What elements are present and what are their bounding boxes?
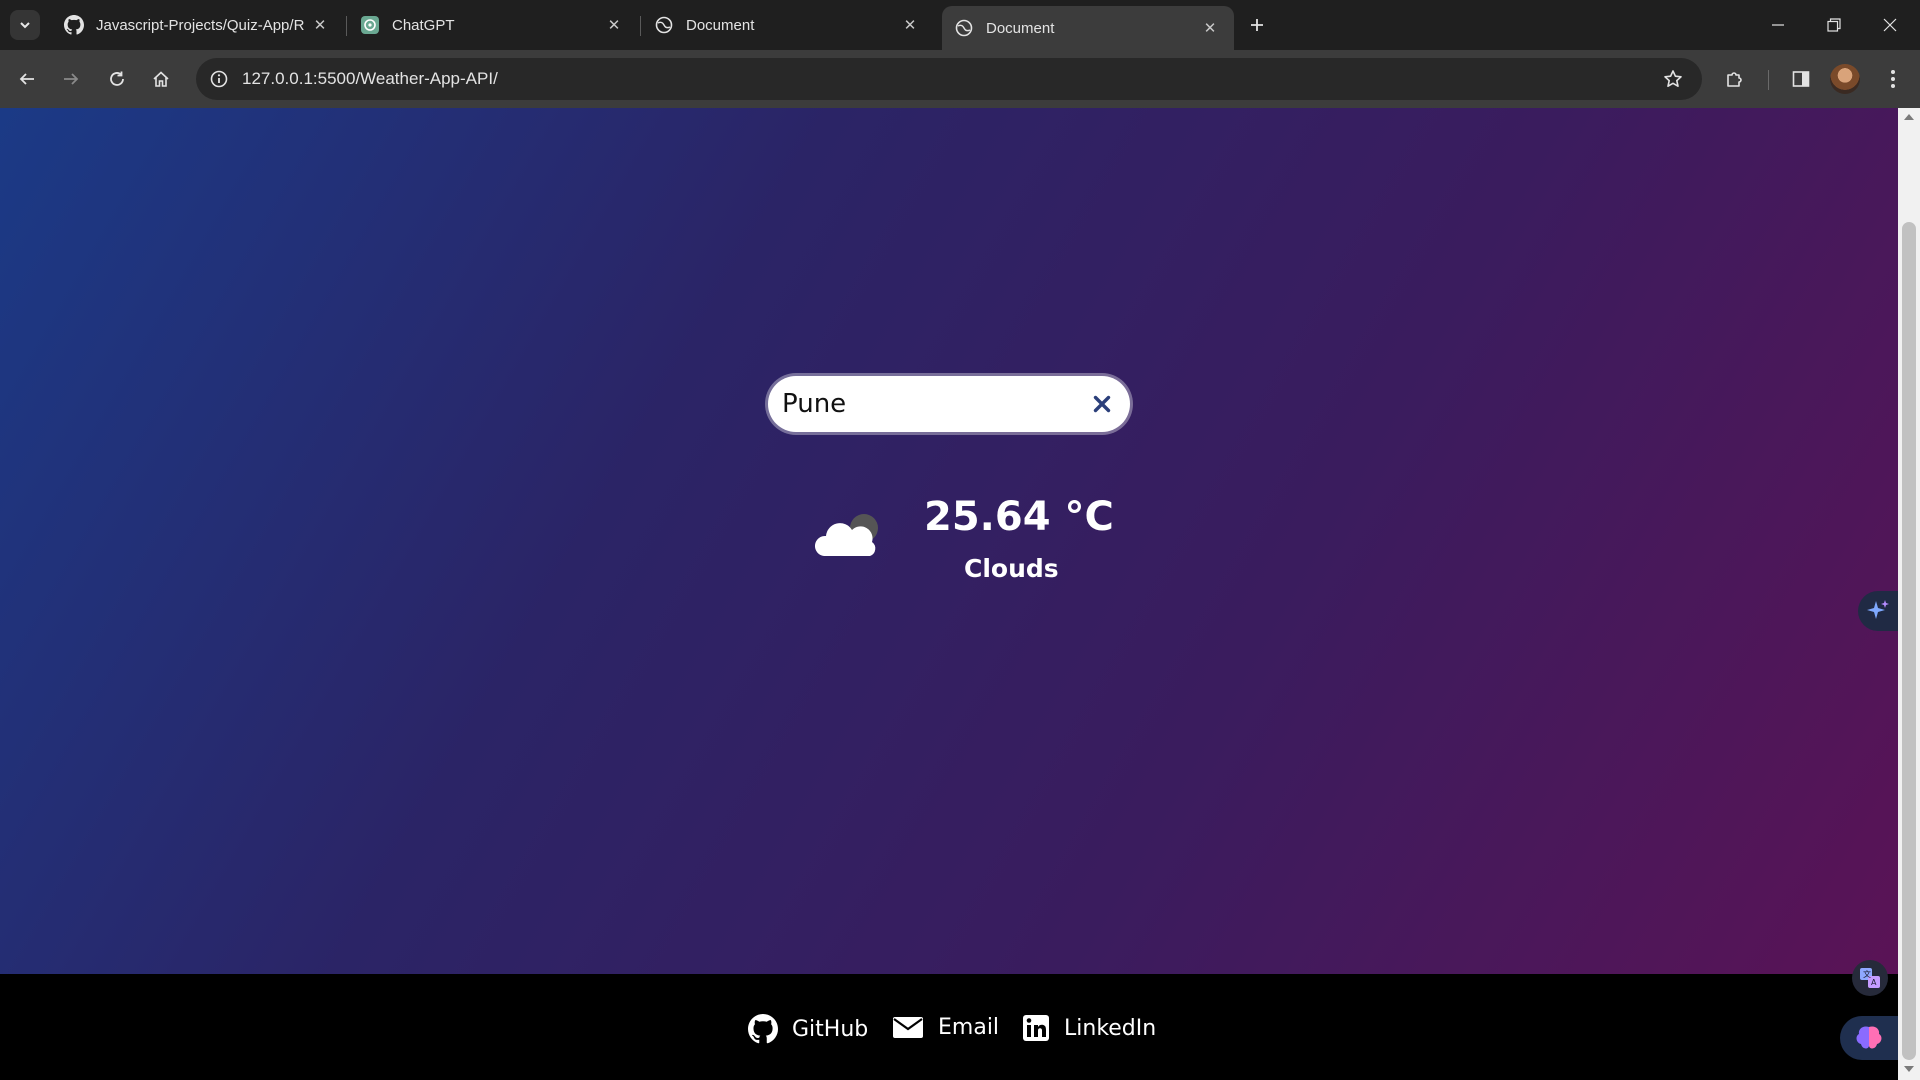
temperature-value: 25.64 °C [924, 494, 1114, 540]
close-icon[interactable]: ✕ [900, 15, 920, 35]
globe-icon [654, 15, 674, 35]
restore-icon [1827, 18, 1841, 32]
home-icon [153, 71, 169, 87]
minimize-icon [1772, 24, 1784, 26]
minimize-button[interactable] [1750, 0, 1806, 50]
new-tab-button[interactable] [1242, 10, 1272, 40]
github-link-label: GitHub [792, 1016, 869, 1042]
side-panel-button[interactable] [1784, 62, 1818, 96]
tab-search-button[interactable] [10, 10, 40, 40]
forward-button[interactable] [54, 62, 88, 96]
chevron-down-icon [20, 22, 30, 29]
address-bar[interactable]: 127.0.0.1:5500/Weather-App-API/ [196, 58, 1702, 100]
url-text: 127.0.0.1:5500/Weather-App-API/ [242, 69, 498, 88]
github-link[interactable]: GitHub [748, 1014, 868, 1044]
github-icon [64, 15, 84, 35]
weather-app-background: 25.64 °C Clouds [0, 108, 1898, 974]
arrow-left-icon [19, 73, 34, 85]
close-icon[interactable]: ✕ [1200, 18, 1220, 38]
translate-extension-button[interactable]: 文A [1852, 960, 1888, 996]
weather-result: 25.64 °C Clouds [812, 488, 1114, 598]
tab-strip: Javascript-Projects/Quiz-App/R ✕ ChatGPT… [0, 0, 1920, 50]
scrollbar-thumb[interactable] [1902, 222, 1916, 1060]
tab-quiz-app[interactable]: Javascript-Projects/Quiz-App/R ✕ [52, 6, 344, 44]
profile-avatar[interactable] [1830, 64, 1860, 94]
scroll-up-arrow-icon[interactable] [1904, 114, 1914, 120]
tab-title: Document [686, 16, 755, 34]
brain-icon [1856, 1026, 1882, 1049]
browser-toolbar: 127.0.0.1:5500/Weather-App-API/ [0, 50, 1920, 108]
city-search-input[interactable] [782, 384, 1072, 424]
city-search-box [768, 376, 1130, 432]
clear-search-button[interactable] [1088, 390, 1116, 418]
email-link[interactable]: Email [892, 1014, 999, 1040]
close-window-button[interactable] [1862, 0, 1918, 50]
reload-button[interactable] [100, 62, 134, 96]
envelope-icon [893, 1017, 923, 1038]
restore-button[interactable] [1806, 0, 1862, 50]
weather-condition: Clouds [964, 554, 1059, 583]
page-viewport: 25.64 °C Clouds GitHub Email LinkedIn [0, 108, 1898, 1080]
tab-divider [346, 16, 347, 36]
close-icon[interactable]: ✕ [604, 15, 624, 35]
browser-menu-button[interactable] [1876, 62, 1910, 96]
linkedin-link[interactable]: LinkedIn [1022, 1014, 1156, 1042]
ai-assistant-button[interactable] [1858, 591, 1898, 631]
close-icon [1093, 395, 1111, 413]
site-info-icon[interactable] [202, 62, 236, 96]
chatgpt-icon [360, 15, 380, 35]
extensions-button[interactable] [1718, 62, 1752, 96]
toolbar-divider [1768, 70, 1769, 90]
email-link-label: Email [938, 1014, 1000, 1040]
page-footer: GitHub Email LinkedIn [0, 974, 1898, 1080]
tab-divider [640, 16, 641, 36]
puzzle-icon [1727, 72, 1742, 87]
tab-document-1[interactable]: Document ✕ [642, 6, 934, 44]
globe-icon [954, 18, 974, 38]
linkedin-link-label: LinkedIn [1064, 1015, 1157, 1041]
close-icon[interactable]: ✕ [310, 15, 330, 35]
bookmark-star-icon[interactable] [1656, 62, 1690, 96]
reload-icon [110, 71, 124, 86]
tab-chatgpt[interactable]: ChatGPT ✕ [348, 6, 638, 44]
sparkle-icon [1867, 600, 1889, 619]
tab-title: Document [986, 19, 1055, 37]
home-button[interactable] [144, 62, 178, 96]
tab-title: ChatGPT [392, 16, 455, 34]
translate-icon: 文A [1860, 968, 1880, 988]
github-icon [748, 1014, 778, 1044]
side-panel-icon [1792, 71, 1810, 87]
plus-icon [1251, 19, 1263, 31]
svg-text:A: A [1871, 978, 1877, 987]
close-icon [1883, 18, 1897, 32]
cloud-icon [814, 514, 878, 556]
tab-title: Javascript-Projects/Quiz-App/R [96, 16, 305, 34]
tab-document-active[interactable]: Document ✕ [942, 6, 1234, 50]
brain-extension-button[interactable] [1840, 1016, 1898, 1060]
kebab-menu-icon [1891, 70, 1895, 88]
svg-text:文: 文 [1863, 969, 1871, 979]
arrow-right-icon [64, 73, 79, 85]
scroll-down-arrow-icon[interactable] [1904, 1066, 1914, 1072]
back-button[interactable] [10, 62, 44, 96]
linkedin-icon [1023, 1015, 1049, 1041]
page-scrollbar[interactable] [1898, 108, 1920, 1080]
